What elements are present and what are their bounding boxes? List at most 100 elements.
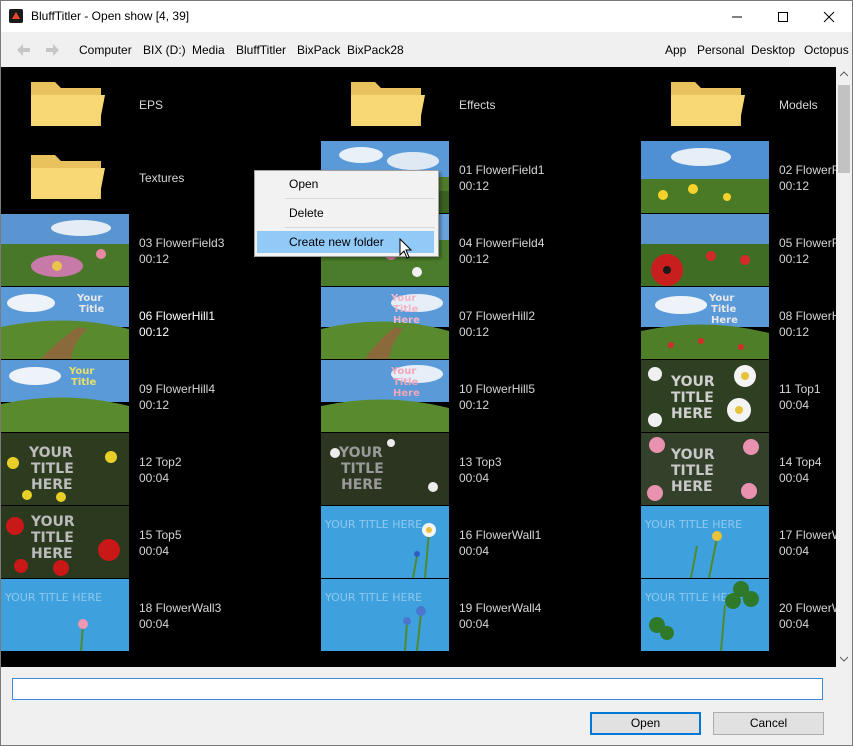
show-item[interactable]: Your Title Here 08 FlowerH 00:12: [641, 287, 836, 359]
thumb-text: TITLE: [341, 461, 384, 477]
maximize-button[interactable]: [760, 1, 806, 32]
show-item[interactable]: 02 FlowerF 00:12: [641, 141, 836, 213]
crumb-computer[interactable]: Computer: [79, 43, 132, 57]
show-name: 03 FlowerField3: [139, 236, 225, 250]
show-duration: 00:12: [459, 325, 490, 339]
show-browser[interactable]: EPS Effects Models Textures 01 FlowerFie…: [1, 67, 836, 667]
close-button[interactable]: [806, 1, 852, 32]
menu-item-label: Open: [289, 177, 319, 191]
thumb-text: Title: [71, 377, 96, 388]
thumb-text: Here: [393, 315, 420, 326]
thumb-text: Title: [393, 377, 418, 388]
show-item[interactable]: YOUR TITLE HERE 13 Top3 00:04: [321, 433, 641, 505]
show-duration: 00:12: [139, 398, 170, 412]
arrow-right-icon[interactable]: [45, 43, 61, 57]
show-item[interactable]: YOUR TITLE HERE 15 Top5 00:04: [1, 506, 321, 578]
thumbnail-flower-wall: YOUR TITLE HERE: [321, 579, 449, 651]
show-item-selected[interactable]: Your Title 06 FlowerHill1 00:12: [1, 287, 321, 359]
menu-separator: [285, 227, 435, 228]
show-item[interactable]: Your Title 09 FlowerHill4 00:12: [1, 360, 321, 432]
open-button[interactable]: Open: [590, 712, 701, 735]
title-bar[interactable]: BluffTitler - Open show [4, 39]: [1, 1, 852, 32]
thumbnail-flower-field: [641, 141, 769, 213]
thumb-text: TITLE: [31, 530, 74, 546]
show-item[interactable]: YOUR TITLE HERE 18 FlowerWall3 00:04: [1, 579, 321, 651]
navigation-bar: Computer BIX (D:) Media BluffTitler BixP…: [1, 33, 852, 67]
minimize-icon: [732, 16, 742, 18]
folder-eps[interactable]: EPS: [1, 68, 321, 140]
show-name: 20 FlowerW: [779, 601, 836, 615]
path-input[interactable]: [12, 678, 823, 700]
minimize-button[interactable]: [714, 1, 760, 32]
menu-item-delete[interactable]: Delete: [257, 202, 434, 224]
show-name: 18 FlowerWall3: [139, 601, 222, 615]
scroll-up-icon[interactable]: [840, 71, 848, 77]
thumb-text: YOUR: [28, 445, 73, 461]
show-item[interactable]: YOUR TITLE HERE 17 FlowerW 00:04: [641, 506, 836, 578]
place-desktop[interactable]: Desktop: [751, 43, 795, 57]
thumbnail-top: YOUR TITLE HERE: [1, 506, 129, 578]
thumb-text: Title: [711, 304, 736, 315]
thumb-text: TITLE: [671, 463, 714, 479]
place-octopus[interactable]: Octopus: [804, 43, 849, 57]
menu-item-open[interactable]: Open: [257, 173, 434, 195]
folder-icon: [31, 82, 105, 126]
crumb-bix-drive[interactable]: BIX (D:): [143, 43, 186, 57]
show-duration: 00:12: [459, 252, 490, 266]
show-name: 10 FlowerHill5: [459, 382, 536, 396]
folder-icon: [31, 155, 105, 199]
show-item[interactable]: YOUR TITLE HERE 14 Top4 00:04: [641, 433, 836, 505]
open-show-dialog: BluffTitler - Open show [4, 39] Computer…: [0, 0, 853, 746]
show-name: 02 FlowerF: [779, 163, 836, 177]
crumb-blufftitler[interactable]: BluffTitler: [236, 43, 286, 57]
thumb-text: TITLE: [31, 461, 74, 477]
cancel-button[interactable]: Cancel: [713, 712, 824, 735]
arrow-left-icon[interactable]: [15, 43, 31, 57]
show-item[interactable]: YOUR TITLE HERE 16 FlowerWall1 00:04: [321, 506, 641, 578]
menu-item-label: Create new folder: [289, 235, 384, 249]
menu-separator: [285, 198, 435, 199]
thumb-text: Here: [393, 388, 420, 399]
thumbnail-flower-hill: Your Title Here: [321, 360, 449, 432]
folder-models[interactable]: Models: [641, 68, 836, 140]
thumb-text: Your: [390, 293, 416, 304]
thumbnail-top: YOUR TITLE HERE: [1, 433, 129, 505]
maximize-icon: [778, 12, 788, 22]
show-item[interactable]: YOUR TITLE HERE 11 Top1 00:04: [641, 360, 836, 432]
crumb-bixpack[interactable]: BixPack: [297, 43, 340, 57]
folder-effects[interactable]: Effects: [321, 68, 641, 140]
thumb-text: TITLE: [671, 390, 714, 406]
thumbnail-flower-hill: Your Title Here: [641, 287, 769, 359]
thumbnail-top: YOUR TITLE HERE: [641, 433, 769, 505]
folder-name: EPS: [139, 98, 164, 112]
vertical-scrollbar[interactable]: [836, 67, 852, 667]
show-duration: 00:04: [459, 544, 490, 558]
show-duration: 00:04: [779, 544, 810, 558]
show-duration: 00:04: [779, 398, 810, 412]
show-item[interactable]: Your Title Here 10 FlowerHill5 00:12: [321, 360, 641, 432]
show-name: 12 Top2: [139, 455, 182, 469]
place-personal[interactable]: Personal: [697, 43, 744, 57]
crumb-media[interactable]: Media: [192, 43, 225, 57]
thumb-text: HERE: [341, 477, 383, 493]
folder-name: Models: [779, 98, 818, 112]
crumb-bixpack28[interactable]: BixPack28: [347, 43, 404, 57]
thumb-text: YOUR: [338, 445, 383, 461]
thumb-text: YOUR TITLE HERE: [324, 518, 422, 531]
show-name: 01 FlowerField1: [459, 163, 545, 177]
show-name: 15 Top5: [139, 528, 182, 542]
show-item[interactable]: 05 FlowerF 00:12: [641, 214, 836, 286]
show-item[interactable]: YOUR TITLE HERE 19 FlowerWall4 00:04: [321, 579, 641, 651]
thumbnail-flower-hill: Your Title: [1, 360, 129, 432]
place-app[interactable]: App: [665, 43, 686, 57]
show-name: 11 Top1: [779, 382, 821, 396]
show-item[interactable]: Your Title Here 07 FlowerHill2 00:12: [321, 287, 641, 359]
close-icon: [823, 11, 835, 23]
show-item[interactable]: YOUR TITLE HERE 20 FlowerW 00:04: [641, 579, 836, 651]
scrollbar-thumb[interactable]: [838, 85, 850, 173]
show-name: 05 FlowerF: [779, 236, 836, 250]
folder-icon: [351, 82, 425, 126]
scroll-down-icon[interactable]: [840, 656, 848, 662]
show-item[interactable]: YOUR TITLE HERE 12 Top2 00:04: [1, 433, 321, 505]
show-duration: 00:04: [779, 471, 810, 485]
